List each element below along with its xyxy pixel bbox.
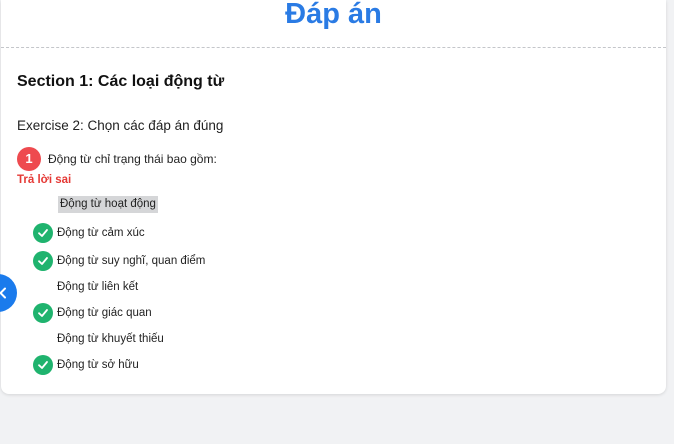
chevron-left-icon [0,287,6,299]
answer-option: Động từ giác quan [1,303,401,325]
answer-option: Động từ khuyết thiếu [1,329,401,351]
check-circle-icon [33,223,53,243]
check-circle-icon [33,251,53,271]
answer-option-label: Động từ khuyết thiếu [57,333,164,345]
answer-option-label-selected: Động từ hoạt động [58,196,158,213]
check-circle-icon [33,303,53,323]
divider [1,47,666,48]
answer-option: Động từ sở hữu [1,355,401,377]
answer-card: Đáp án Section 1: Các loại động từ Exerc… [1,0,666,394]
question-text: Động từ chỉ trạng thái bao gồm: [48,152,217,166]
answer-option: Động từ hoạt động [1,195,401,217]
check-circle-icon [33,355,53,375]
page-title: Đáp án [285,0,382,30]
section-title: Section 1: Các loại động từ [17,73,225,90]
answer-option: Động từ suy nghĩ, quan điểm [1,251,401,273]
answer-option-label: Động từ cảm xúc [57,227,145,239]
exercise-title: Exercise 2: Chọn các đáp án đúng [17,118,224,133]
answer-option: Động từ cảm xúc [1,223,401,245]
answer-option-label: Động từ suy nghĩ, quan điểm [57,255,206,267]
answer-option-label: Động từ liên kết [57,281,139,293]
answer-option-label: Động từ sở hữu [57,359,139,371]
result-status: Trả lời sai [17,174,72,186]
answer-option-label: Động từ giác quan [57,307,152,319]
question-number-badge: 1 [17,147,41,171]
answer-option: Động từ liên kết [1,277,401,299]
